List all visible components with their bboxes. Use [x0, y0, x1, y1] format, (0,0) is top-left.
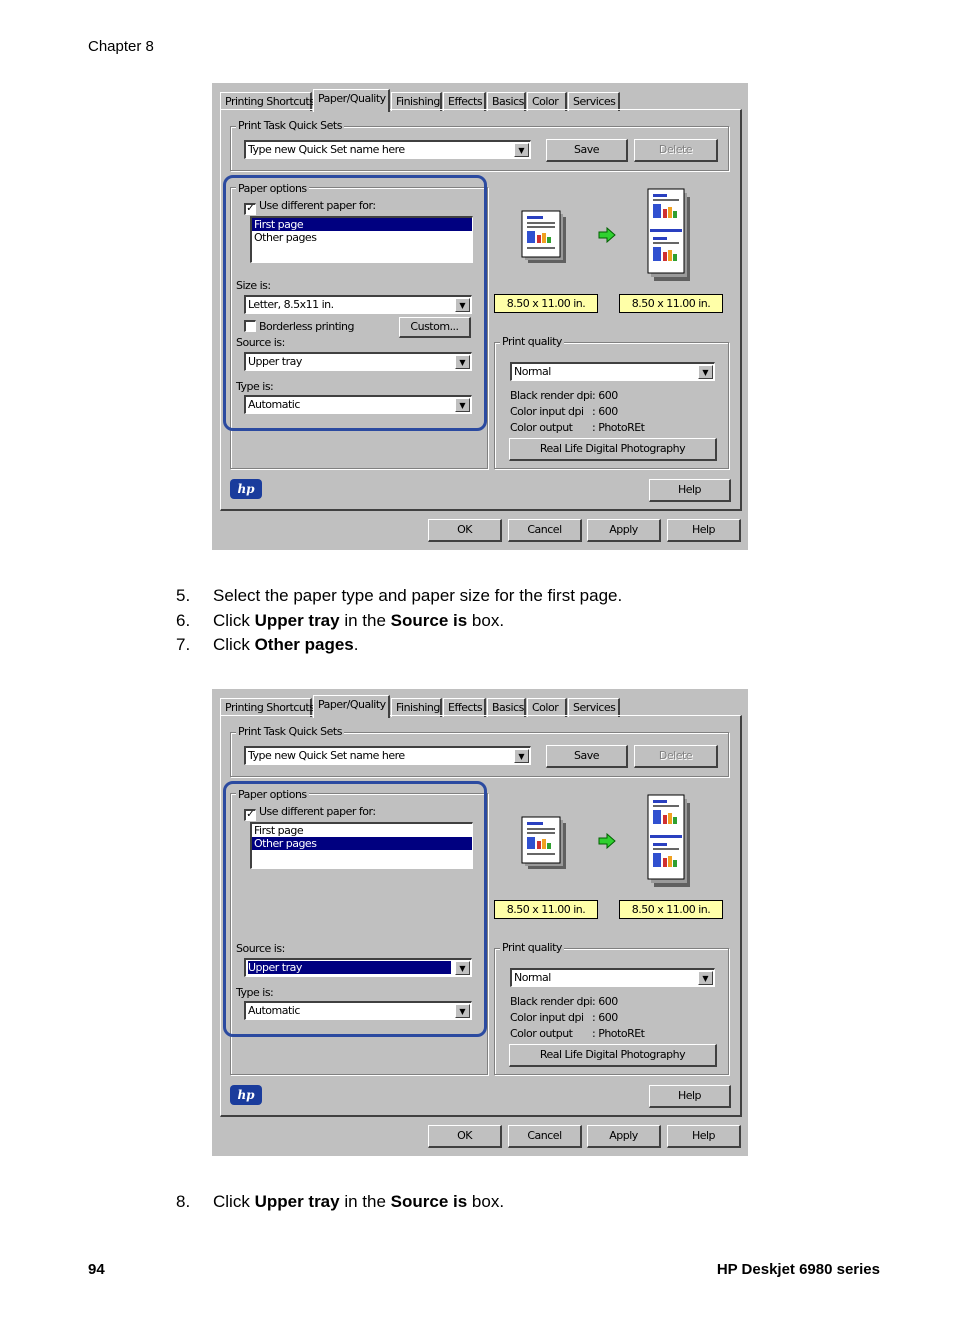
tab-paper-quality[interactable]: Paper/Quality [313, 89, 390, 112]
size-badge-output: 8.50 x 11.00 in. [619, 294, 723, 313]
page-number: 94 [88, 1261, 105, 1278]
two-page-preview-icon [647, 794, 690, 887]
print-quality-dropdown[interactable]: Normal ▼ [510, 968, 715, 987]
right-arrow-icon [598, 227, 616, 243]
chevron-down-icon[interactable]: ▼ [514, 749, 529, 763]
color-dpi-label: Color input dpi [510, 405, 584, 418]
delete-button[interactable]: Delete [634, 139, 718, 162]
printer-properties-screenshot: Printing Shortcuts Paper/Quality Finishi… [212, 689, 748, 1156]
real-life-photography-button[interactable]: Real Life Digital Photography [509, 1044, 717, 1067]
highlight-outline [223, 175, 487, 431]
help-button[interactable]: Help [649, 1085, 731, 1108]
apply-button[interactable]: Apply [587, 519, 661, 542]
step-number: 5. [176, 586, 191, 605]
hp-logo: hp [230, 1085, 262, 1105]
step-emphasis: Other pages [254, 635, 354, 654]
help-button[interactable]: Help [649, 479, 731, 502]
single-page-preview-icon [521, 210, 566, 263]
step-text-part: in the [339, 610, 391, 630]
quick-set-name-field[interactable]: Type new Quick Set name here ▼ [244, 140, 531, 159]
delete-button[interactable]: Delete [634, 745, 718, 768]
help-bottom-button[interactable]: Help [667, 519, 741, 542]
step-text: Click Other pages. [213, 633, 359, 658]
step-number: 6. [176, 610, 191, 630]
apply-button[interactable]: Apply [587, 1125, 661, 1148]
step-text-part: Click [213, 610, 255, 630]
chapter-heading: Chapter 8 [88, 38, 154, 55]
print-quality-label: Print quality [500, 941, 564, 954]
ok-button[interactable]: OK [428, 519, 502, 542]
step-text-part: box. [467, 1192, 505, 1211]
step-text: Click Upper tray in the Source is box. [213, 609, 504, 634]
step-text-part: box. [467, 610, 505, 630]
step-emphasis: Upper tray [254, 610, 340, 630]
color-output-value: : PhotoREt [592, 421, 645, 434]
color-output-value: : PhotoREt [592, 1027, 645, 1040]
highlight-outline [223, 781, 487, 1037]
step-emphasis: Source is [390, 1192, 468, 1211]
black-dpi-value: : 600 [592, 995, 618, 1008]
step-text-part: Click [213, 1192, 255, 1211]
save-button[interactable]: Save [546, 745, 628, 768]
ok-button[interactable]: OK [428, 1125, 502, 1148]
step-text-part: Select the paper type and paper size for… [213, 586, 623, 605]
step-emphasis: Upper tray [254, 1192, 340, 1211]
save-button[interactable]: Save [546, 139, 628, 162]
quick-sets-label: Print Task Quick Sets [236, 725, 344, 738]
print-quality-label: Print quality [500, 335, 564, 348]
cancel-button[interactable]: Cancel [508, 519, 582, 542]
quick-set-name-field[interactable]: Type new Quick Set name here ▼ [244, 746, 531, 765]
black-dpi-value: : 600 [592, 389, 618, 402]
step-text-part: in the [339, 1192, 391, 1211]
print-quality-dropdown[interactable]: Normal ▼ [510, 362, 715, 381]
hp-logo: hp [230, 479, 262, 499]
help-bottom-button[interactable]: Help [667, 1125, 741, 1148]
chevron-down-icon[interactable]: ▼ [514, 143, 529, 157]
color-dpi-label: Color input dpi [510, 1011, 584, 1024]
product-name: HP Deskjet 6980 series [716, 1261, 880, 1278]
color-output-label: Color output [510, 421, 573, 434]
right-arrow-icon [598, 833, 616, 849]
color-output-label: Color output [510, 1027, 573, 1040]
step-text: Click Upper tray in the Source is box. [213, 1190, 504, 1215]
cancel-button[interactable]: Cancel [508, 1125, 582, 1148]
size-badge-source: 8.50 x 11.00 in. [494, 900, 598, 919]
step-text-part: Click [213, 635, 255, 654]
quick-sets-label: Print Task Quick Sets [236, 119, 344, 132]
tab-paper-quality[interactable]: Paper/Quality [313, 695, 390, 718]
black-dpi-label: Black render dpi [510, 995, 593, 1008]
real-life-photography-button[interactable]: Real Life Digital Photography [509, 438, 717, 461]
printer-properties-screenshot: Printing Shortcuts Paper/Quality Finishi… [212, 83, 748, 550]
color-dpi-value: : 600 [592, 1011, 618, 1024]
step-number: 7. [176, 635, 191, 654]
single-page-preview-icon [521, 816, 566, 869]
step-text: Select the paper type and paper size for… [213, 584, 622, 609]
chevron-down-icon[interactable]: ▼ [698, 365, 713, 379]
size-badge-source: 8.50 x 11.00 in. [494, 294, 598, 313]
size-badge-output: 8.50 x 11.00 in. [619, 900, 723, 919]
step-text-part: . [353, 635, 359, 654]
chevron-down-icon[interactable]: ▼ [698, 971, 713, 985]
step-emphasis: Source is [390, 610, 468, 630]
black-dpi-label: Black render dpi [510, 389, 593, 402]
two-page-preview-icon [647, 188, 690, 281]
color-dpi-value: : 600 [592, 405, 618, 418]
step-number: 8. [176, 1192, 191, 1211]
